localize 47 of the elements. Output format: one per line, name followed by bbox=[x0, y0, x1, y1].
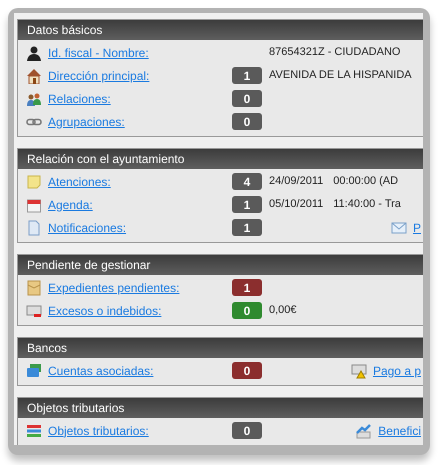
stacked-bars-icon bbox=[26, 422, 42, 438]
row-link[interactable]: Objetos tributarios: bbox=[48, 422, 232, 440]
section-header: Bancos bbox=[18, 338, 423, 358]
chart-up-icon bbox=[356, 422, 372, 438]
count-badge: 0 bbox=[232, 422, 262, 439]
section-header: Objetos tributarios bbox=[18, 398, 423, 418]
value-text: 11:40:00 - Tra bbox=[333, 197, 401, 212]
credit-card-icon bbox=[26, 362, 42, 378]
value-text: 00:00:00 (AD bbox=[333, 174, 398, 190]
count-badge: 0 bbox=[232, 90, 262, 107]
person-icon bbox=[26, 44, 42, 60]
section-header: Datos básicos bbox=[18, 20, 423, 40]
count-badge: 4 bbox=[232, 173, 262, 190]
row-link[interactable]: Relaciones: bbox=[48, 90, 232, 108]
row-link[interactable]: Agrupaciones: bbox=[48, 112, 232, 130]
value-text: AVENIDA DE LA HISPANIDA bbox=[269, 68, 412, 84]
count-badge: 1 bbox=[232, 219, 262, 236]
count-badge: 1 bbox=[232, 67, 262, 84]
row-link[interactable]: Agenda: bbox=[48, 196, 232, 214]
row-link[interactable]: Excesos o indebidos: bbox=[48, 302, 232, 320]
count-badge: 0 bbox=[232, 113, 262, 130]
value-text: 05/10/2011 bbox=[269, 197, 324, 212]
document-icon bbox=[26, 220, 42, 236]
house-icon bbox=[26, 68, 42, 84]
value-text: 0,00€ bbox=[269, 303, 297, 318]
row-link[interactable]: Atenciones: bbox=[48, 172, 232, 190]
row-link[interactable]: Expedientes pendientes: bbox=[48, 278, 232, 296]
row-link[interactable]: Id. fiscal - Nombre: bbox=[48, 44, 232, 62]
value-text: 24/09/2011 bbox=[269, 174, 324, 190]
envelope-icon bbox=[26, 280, 42, 296]
side-link[interactable]: Benefici bbox=[378, 422, 421, 440]
row-link[interactable]: Dirección principal: bbox=[48, 66, 232, 84]
side-link[interactable]: Pago a p bbox=[372, 362, 421, 380]
count-badge: 1 bbox=[232, 196, 262, 213]
sticky-note-icon bbox=[26, 174, 42, 190]
mail-icon bbox=[390, 220, 407, 236]
side-link[interactable]: P bbox=[412, 218, 421, 236]
value-text: 87654321Z - CIUDADANO bbox=[269, 45, 400, 60]
calendar-icon bbox=[26, 196, 42, 212]
section-header: Pendiente de gestionar bbox=[18, 255, 423, 275]
count-badge: 0 bbox=[232, 302, 262, 319]
count-badge: 1 bbox=[232, 279, 262, 296]
count-badge: 0 bbox=[232, 362, 262, 379]
row-link[interactable]: Notificaciones: bbox=[48, 218, 232, 236]
section-header: Relación con el ayuntamiento bbox=[18, 149, 423, 169]
people-icon bbox=[26, 90, 42, 106]
row-link[interactable]: Cuentas asociadas: bbox=[48, 362, 232, 380]
